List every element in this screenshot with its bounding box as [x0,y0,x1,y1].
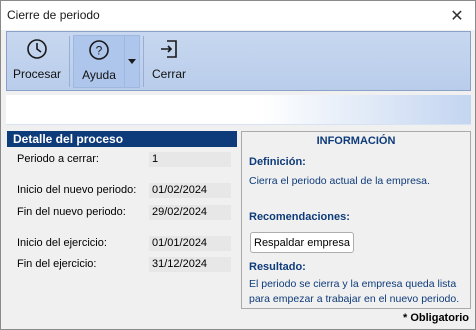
ayuda-label: Ayuda [82,68,116,82]
detail-header: Detalle del proceso [7,131,237,147]
svg-text:?: ? [96,44,103,58]
header-banner [6,95,471,125]
dialog-window: Cierre de periodo ✕ Procesar ? Ayuda Cer… [0,0,476,330]
field-label: Inicio del nuevo periodo: [17,184,137,196]
resultado-text: El periodo se cierra y la empresa queda … [249,278,460,305]
definicion-text: Cierra el periodo actual de la empresa. [249,175,430,187]
field-label: Fin del ejercicio: [17,258,97,270]
info-title: INFORMACIÓN [316,135,396,147]
field-label: Fin del nuevo periodo: [17,206,126,218]
resultado-heading: Resultado: [249,261,306,273]
close-icon[interactable]: ✕ [447,6,467,26]
toolbar-separator [143,36,144,87]
ayuda-dropdown-button[interactable] [124,35,140,88]
procesar-label: Procesar [12,67,62,81]
recomendaciones-heading: Recomendaciones: [249,211,350,223]
definicion-heading: Definición: [249,156,306,168]
info-panel: INFORMACIÓN Definición: Cierra el period… [241,131,471,309]
title-bar: Cierre de periodo ✕ [1,1,475,30]
clock-icon [26,35,48,63]
obligatorio-note: * Obligatorio [403,312,469,324]
help-icon: ? [88,36,110,64]
field-label: Periodo a cerrar: [17,153,99,165]
procesar-button[interactable]: Procesar [10,35,64,88]
cerrar-label: Cerrar [151,67,186,81]
respaldar-empresa-button[interactable]: Respaldar empresa [250,232,354,253]
exit-icon [158,35,180,63]
toolbar-separator [69,36,70,87]
cerrar-button[interactable]: Cerrar [147,35,191,88]
field-value: 29/02/2024 [149,205,231,220]
window-title: Cierre de periodo [7,8,100,22]
toolbar: Procesar ? Ayuda Cerrar [6,31,471,91]
field-value: 1 [149,152,231,167]
field-value: 01/01/2024 [149,236,231,251]
field-label: Inicio del ejercicio: [17,237,107,249]
field-value: 31/12/2024 [149,257,231,272]
chevron-down-icon [128,56,136,68]
field-value: 01/02/2024 [149,183,231,198]
ayuda-button[interactable]: ? Ayuda [73,35,125,88]
